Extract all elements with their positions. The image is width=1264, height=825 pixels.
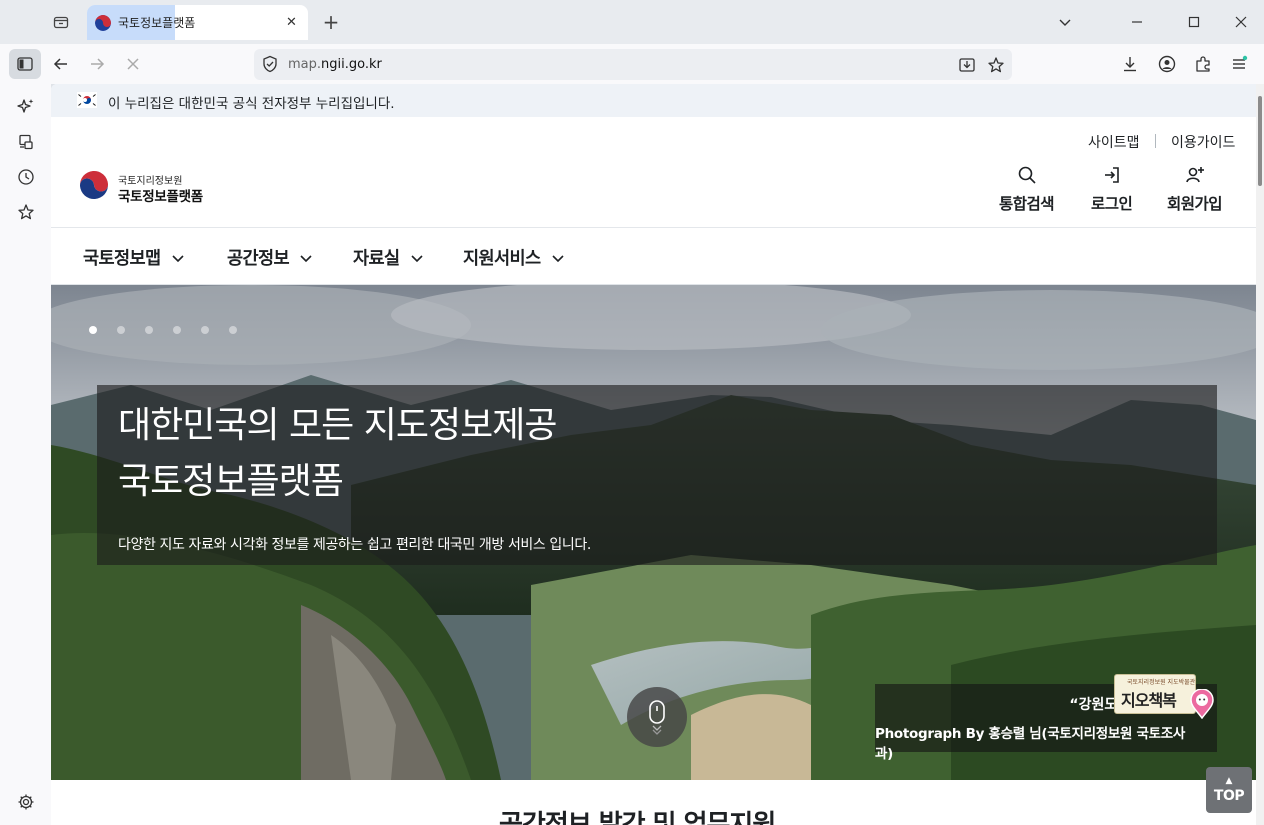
history-clock-icon[interactable] xyxy=(15,166,37,188)
slider-dot-2[interactable] xyxy=(117,326,125,334)
nav-item-label: 국토정보맵 xyxy=(83,249,161,269)
nav-item-label: 공간정보 xyxy=(227,249,290,269)
main-nav: 국토정보맵 공간정보 자료실 지원서비스 xyxy=(51,227,1256,285)
synced-tabs-icon[interactable] xyxy=(15,131,37,153)
menu-icon[interactable] xyxy=(1228,53,1250,75)
up-arrow-icon: ▲ xyxy=(1225,775,1233,786)
url-domain: ngii.go.kr xyxy=(321,57,382,72)
url-text[interactable]: map.ngii.go.kr xyxy=(288,57,382,72)
downloads-icon[interactable] xyxy=(1119,53,1141,75)
browser-sidebar-rail xyxy=(0,84,51,825)
hero-title-line1: 대한민국의 모든 지도정보제공 xyxy=(118,405,557,446)
slider-dot-5[interactable] xyxy=(201,326,209,334)
extensions-icon[interactable] xyxy=(1192,53,1214,75)
browser-titlebar: 국토정보플랫폼 ✕ + xyxy=(0,0,1264,44)
tab-title: 국토정보플랫폼 xyxy=(118,16,196,30)
shield-icon[interactable] xyxy=(261,55,279,73)
tab-list-icon[interactable] xyxy=(50,11,72,33)
hero-subtitle: 다양한 지도 자료와 시각화 정보를 제공하는 쉽고 편리한 대국민 개방 서비… xyxy=(118,537,591,553)
chevron-down-icon xyxy=(300,254,312,262)
maximize-icon[interactable] xyxy=(1182,10,1206,34)
hero-title-line2: 국토정보플랫폼 xyxy=(118,461,344,502)
ai-sparkle-icon[interactable] xyxy=(15,95,37,117)
forward-arrow-icon[interactable] xyxy=(85,52,109,76)
gov-banner-text: 이 누리집은 대한민국 공식 전자정부 누리집입니다. xyxy=(108,96,395,112)
chevron-down-icon xyxy=(410,254,423,262)
slider-dot-6[interactable] xyxy=(229,326,237,334)
minimize-icon[interactable] xyxy=(1125,10,1149,34)
bookmark-star-icon[interactable] xyxy=(986,55,1006,75)
page-viewport: 이 누리집은 대한민국 공식 전자정부 누리집입니다. 사이트맵 이용가이드 국… xyxy=(51,84,1264,825)
geo-book-badge[interactable]: 국토지리정보원 지도박물관 지오책복 xyxy=(1114,671,1222,721)
browser-navbar: map.ngii.go.kr xyxy=(0,44,1264,84)
settings-gear-icon[interactable] xyxy=(15,791,37,813)
url-host: map. xyxy=(288,57,322,72)
taegeuk-favicon-icon xyxy=(95,14,111,31)
geo-badge-title: 지오책복 xyxy=(1121,691,1177,710)
chevron-down-icon xyxy=(171,254,184,262)
login-label: 로그인 xyxy=(1091,195,1133,213)
slider-dot-4[interactable] xyxy=(173,326,181,334)
nav-item-label: 자료실 xyxy=(353,249,400,269)
hero-title: 대한민국의 모든 지도정보제공 국토정보플랫폼 xyxy=(118,398,557,510)
mouse-scroll-icon xyxy=(649,700,665,735)
tab-close-icon[interactable]: ✕ xyxy=(283,14,300,31)
login-button[interactable]: 로그인 xyxy=(1091,164,1133,214)
account-icon[interactable] xyxy=(1156,53,1178,75)
nav-item-library[interactable]: 자료실 xyxy=(353,245,424,270)
address-bar[interactable]: map.ngii.go.kr xyxy=(254,49,1012,80)
scroll-down-button[interactable] xyxy=(627,687,687,747)
logo-site-name: 국토정보플랫폼 xyxy=(118,189,203,205)
bookmarks-star-icon[interactable] xyxy=(15,201,37,223)
scrollbar-thumb[interactable] xyxy=(1258,96,1262,186)
signup-button[interactable]: 회원가입 xyxy=(1167,164,1223,214)
chevron-down-icon xyxy=(551,254,564,262)
site-logo[interactable]: 국토지리정보원 국토정보플랫폼 xyxy=(77,168,227,205)
page-scrollbar[interactable] xyxy=(1256,84,1264,825)
stop-loading-icon[interactable] xyxy=(121,52,145,76)
new-tab-button[interactable]: + xyxy=(320,10,342,34)
nav-item-spatial-info[interactable]: 공간정보 xyxy=(227,245,313,270)
sitemap-link[interactable]: 사이트맵 xyxy=(1088,132,1140,152)
top-label: TOP xyxy=(1213,787,1245,804)
integrated-search-button[interactable]: 통합검색 xyxy=(999,164,1055,214)
next-section: 공간정보 발간 및 업무지원 xyxy=(51,780,1256,825)
geo-book-card: 국토지리정보원 지도박물관 지오책복 xyxy=(1114,674,1196,714)
search-icon xyxy=(1016,164,1038,186)
korean-flag-icon xyxy=(77,92,97,108)
sidebar-toggle-button[interactable] xyxy=(9,49,41,79)
integrated-search-label: 통합검색 xyxy=(999,195,1055,213)
login-icon xyxy=(1101,164,1123,186)
gov-official-banner: 이 누리집은 대한민국 공식 전자정부 누리집입니다. xyxy=(51,84,1256,117)
back-arrow-icon[interactable] xyxy=(49,52,73,76)
signup-icon xyxy=(1184,164,1206,186)
install-app-icon[interactable] xyxy=(957,55,977,75)
nav-item-support[interactable]: 지원서비스 xyxy=(463,245,565,270)
scroll-to-top-button[interactable]: ▲ TOP xyxy=(1206,767,1252,813)
tab-overflow-chevron-icon[interactable] xyxy=(1053,10,1077,34)
browser-tab-active[interactable]: 국토정보플랫폼 ✕ xyxy=(87,5,308,40)
section-title: 공간정보 발간 및 업무지원 xyxy=(499,810,776,825)
photo-credit: Photograph By 홍승렬 님(국토지리정보원 국토조사과) xyxy=(875,726,1185,762)
hero-caption-box: 대한민국의 모든 지도정보제공 국토정보플랫폼 다양한 지도 자료와 시각화 정… xyxy=(97,385,1217,565)
map-pin-mascot-icon xyxy=(1190,689,1214,719)
slider-dot-3[interactable] xyxy=(145,326,153,334)
nav-item-national-map[interactable]: 국토정보맵 xyxy=(83,245,185,270)
nav-item-label: 지원서비스 xyxy=(463,249,541,269)
hero-slider: 대한민국의 모든 지도정보제공 국토정보플랫폼 다양한 지도 자료와 시각화 정… xyxy=(51,285,1256,780)
window-close-icon[interactable] xyxy=(1229,10,1253,34)
user-guide-link[interactable]: 이용가이드 xyxy=(1171,132,1235,152)
government-emblem-icon xyxy=(77,168,111,202)
geo-badge-subtitle: 국토지리정보원 지도박물관 xyxy=(1127,679,1196,686)
slider-dot-1[interactable] xyxy=(89,326,97,334)
util-divider xyxy=(1155,134,1156,148)
signup-label: 회원가입 xyxy=(1167,195,1223,213)
